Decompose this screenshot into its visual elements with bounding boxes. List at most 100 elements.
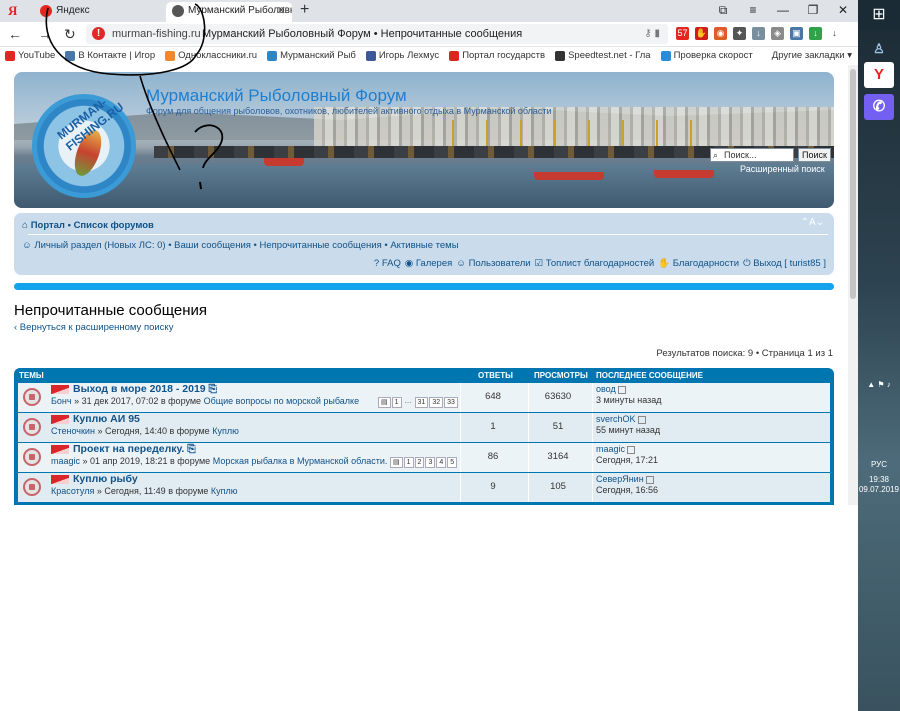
bookmark-youtube[interactable]: YouTube <box>0 47 60 65</box>
user-pin-icon[interactable]: ♙ <box>864 36 894 62</box>
page-link[interactable]: 31 <box>414 397 429 408</box>
extension-puzzle-icon[interactable]: ✦ <box>733 27 746 40</box>
column-divider <box>460 413 461 442</box>
go-to-post-icon[interactable] <box>627 445 636 454</box>
system-tray[interactable]: ▲ ⚑ ♪ <box>858 380 900 389</box>
topic-author-link[interactable]: Бонч <box>51 396 72 406</box>
topic-author-link[interactable]: maagic <box>51 456 80 466</box>
page-link[interactable]: 5 <box>447 457 458 468</box>
viber-taskbar-icon[interactable]: ✆ <box>864 94 894 120</box>
extension-mail-icon[interactable]: 57 <box>676 27 689 40</box>
extension-adblock-icon[interactable]: ✋ <box>695 27 708 40</box>
insecure-warning-icon[interactable]: ! <box>92 27 105 40</box>
unread-flag-icon[interactable] <box>51 475 69 484</box>
page-link[interactable]: 32 <box>429 397 444 408</box>
forward-button[interactable]: → <box>38 26 52 42</box>
shield-icon[interactable]: ◈ <box>771 27 784 40</box>
forum-link[interactable]: Куплю <box>211 486 238 496</box>
unread-flag-icon[interactable] <box>51 385 69 394</box>
yandex-tab-icon <box>40 5 52 17</box>
address-bar-input[interactable]: ! murman-fishing.ru Мурманский Рыболовны… <box>86 24 668 44</box>
save-icon[interactable]: ↓ <box>809 27 822 40</box>
start-button[interactable]: ⊞ <box>858 0 900 30</box>
clock[interactable]: 19:38 09.07.2019 <box>858 475 900 495</box>
language-indicator[interactable]: РУС <box>858 460 900 469</box>
thanks-link[interactable]: ✋ Благодарности <box>658 258 739 269</box>
forum-link[interactable]: Морская рыбалка в Мурманской области. <box>213 456 388 466</box>
reload-button[interactable]: ↻ <box>64 26 76 43</box>
pin-window-icon[interactable]: ⧉ <box>708 0 738 22</box>
page-link[interactable]: 3 <box>425 457 436 468</box>
breadcrumb-links[interactable]: Портал • Список форумов <box>31 220 154 231</box>
download-icon[interactable]: ↓ <box>752 27 765 40</box>
bookmark-icon[interactable]: ⚷ ▮ <box>644 24 660 44</box>
scrollbar-thumb[interactable] <box>850 69 856 299</box>
close-tab-icon[interactable]: ✕ <box>277 2 286 20</box>
site-logo[interactable]: MURMAN-FISHING.RU <box>32 94 136 198</box>
topic-author-link[interactable]: Стеночкин <box>51 426 95 436</box>
address-bar-row: ← → ↻ ! murman-fishing.ru Мурманский Рыб… <box>0 22 858 47</box>
home-icon[interactable]: ⌂ <box>22 220 28 231</box>
site-title[interactable]: Мурманский Рыболовный Форум <box>146 86 407 106</box>
bookmark-facebook[interactable]: Игорь Лехмус <box>361 47 444 65</box>
topic-title-link[interactable]: Выход в море 2018 - 2019 ⎘ <box>73 383 217 396</box>
bookmark-gosuslugi[interactable]: Портал государств <box>444 47 550 65</box>
yandex-browser-logo[interactable]: Я <box>8 3 17 19</box>
search-button[interactable]: Поиск <box>798 148 831 162</box>
tab-yandex[interactable]: Яндекс <box>34 2 164 22</box>
bookmark-speedtest[interactable]: Speedtest.net - Гла <box>550 47 656 65</box>
page-link[interactable]: 33 <box>444 397 458 408</box>
close-window-button[interactable]: ✕ <box>828 0 858 22</box>
bookmark-vkontakte[interactable]: В Контакте | Игор <box>60 47 160 65</box>
unread-flag-icon[interactable] <box>51 445 69 454</box>
extension-cube-icon[interactable]: ▣ <box>790 27 803 40</box>
collapse-icon[interactable]: ⌃A⌄ <box>801 217 824 228</box>
bookmark-speed-check[interactable]: Проверка скорост <box>656 47 758 65</box>
last-post-author[interactable]: maagic <box>596 444 625 454</box>
unread-flag-icon[interactable] <box>51 415 69 424</box>
topic-title-link[interactable]: Куплю рыбу <box>73 473 138 485</box>
go-to-post-icon[interactable] <box>645 475 654 484</box>
faq-link[interactable]: ? FAQ <box>374 258 401 269</box>
menu-icon[interactable]: ≡ <box>738 0 768 22</box>
personal-section-link[interactable]: Личный раздел (Новых ЛС: 0) <box>34 240 165 251</box>
thanks-toplist-link[interactable]: ☑ Топлист благодарностей <box>535 258 655 269</box>
tab-forum[interactable]: Мурманский Рыболовн ✕ <box>166 2 292 22</box>
forum-link[interactable]: Общие вопросы по морской рыбалке <box>204 396 360 406</box>
page-link[interactable]: 2 <box>414 457 425 468</box>
screen: Я Яндекс Мурманский Рыболовн ✕ + ⧉ ≡ — ❐… <box>0 0 900 711</box>
search-input[interactable]: ⌕ Поиск... <box>710 148 794 162</box>
advanced-search-link[interactable]: Расширенный поиск <box>740 164 825 174</box>
navbar-divider <box>28 234 828 235</box>
page-scrollbar[interactable] <box>848 65 858 505</box>
other-bookmarks[interactable]: Другие закладки ▾ <box>767 47 852 65</box>
page-link[interactable]: 1 <box>391 397 402 408</box>
gallery-link[interactable]: ◉ Галерея <box>405 258 452 269</box>
last-post-author[interactable]: СеверЯнин <box>596 474 644 484</box>
page-link[interactable]: 1 <box>403 457 414 468</box>
go-to-post-icon[interactable] <box>637 415 646 424</box>
new-tab-button[interactable]: + <box>300 1 309 19</box>
downloads-icon[interactable]: ↓ <box>828 27 841 40</box>
last-post-author[interactable]: sverchOK <box>596 414 636 424</box>
bookmark-murman[interactable]: Мурманский Рыб <box>262 47 361 65</box>
go-to-post-icon[interactable] <box>617 385 626 394</box>
restore-button[interactable]: ❐ <box>798 0 828 22</box>
back-button[interactable]: ← <box>8 26 22 42</box>
last-post-author[interactable]: овод <box>596 384 616 394</box>
yandex-taskbar-icon[interactable]: Y <box>864 62 894 88</box>
topic-title-link[interactable]: Проект на переделку. ⎘ <box>73 443 196 456</box>
topic-title-link[interactable]: Куплю АИ 95 <box>73 413 140 425</box>
extension-icon[interactable]: ◉ <box>714 27 727 40</box>
topic-icon <box>23 478 41 496</box>
members-link[interactable]: ☺ Пользователи <box>456 258 530 269</box>
page-link[interactable]: 4 <box>436 457 447 468</box>
back-to-search-link[interactable]: ‹ Вернуться к расширенному поиску <box>14 322 173 333</box>
pages-icon: ▤ <box>378 397 391 408</box>
user-nav-links[interactable]: • Ваши сообщения • Непрочитанные сообщен… <box>168 240 458 251</box>
topic-author-link[interactable]: Красотуля <box>51 486 94 496</box>
bookmark-odnoklassniki[interactable]: Одноклассники.ru <box>160 47 262 65</box>
minimize-button[interactable]: — <box>768 0 798 22</box>
logout-link[interactable]: ⏻ Выход [ turist85 ] <box>743 258 826 269</box>
forum-link[interactable]: Куплю <box>212 426 239 436</box>
